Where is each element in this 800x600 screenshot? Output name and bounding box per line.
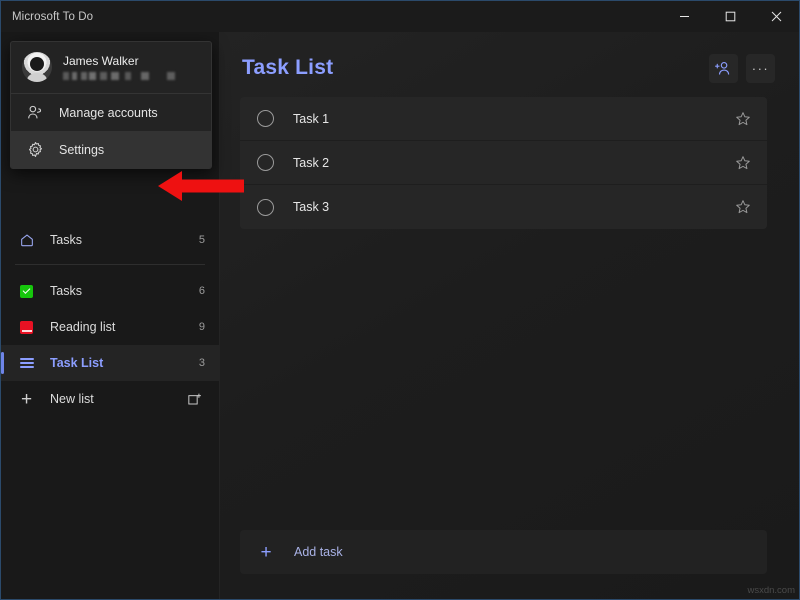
minimize-button[interactable] bbox=[661, 1, 707, 32]
task-title: Task 3 bbox=[293, 200, 735, 214]
flyout-item-label: Manage accounts bbox=[59, 106, 158, 120]
more-options-icon: ··· bbox=[752, 62, 770, 75]
flyout-item-settings[interactable]: Settings bbox=[11, 131, 211, 168]
list-options-button[interactable]: ··· bbox=[746, 54, 775, 83]
new-group-icon[interactable] bbox=[183, 388, 205, 410]
main-header: Task List ··· bbox=[220, 32, 799, 90]
maximize-button[interactable] bbox=[707, 1, 753, 32]
red-book-square-icon bbox=[17, 318, 36, 337]
add-task-button[interactable]: + Add task bbox=[240, 530, 767, 574]
gear-icon bbox=[25, 140, 45, 160]
sidebar-item-label: Tasks bbox=[50, 284, 199, 298]
sidebar-item-task-list[interactable]: Task List 3 bbox=[1, 345, 219, 381]
close-button[interactable] bbox=[753, 1, 799, 32]
table-row[interactable]: Task 1 bbox=[240, 97, 767, 141]
sidebar-item-tasks[interactable]: Tasks 6 bbox=[1, 273, 219, 309]
sidebar-item-tasks-smart[interactable]: Tasks 5 bbox=[1, 222, 219, 258]
flyout-item-manage-accounts[interactable]: Manage accounts bbox=[11, 94, 211, 131]
flyout-item-label: Settings bbox=[59, 143, 104, 157]
green-check-square-icon bbox=[17, 282, 36, 301]
table-row[interactable]: Task 3 bbox=[240, 185, 767, 229]
task-list: Task 1 Task 2 Task 3 bbox=[240, 97, 767, 229]
new-list-label: New list bbox=[50, 392, 183, 406]
sidebar-user-lists: Tasks 6 Reading list 9 Task List 3 bbox=[1, 271, 219, 381]
sidebar-item-reading-list[interactable]: Reading list 9 bbox=[1, 309, 219, 345]
plus-icon: + bbox=[257, 543, 275, 561]
window-title: Microsoft To Do bbox=[1, 11, 93, 23]
plus-icon: + bbox=[17, 390, 36, 409]
add-task-label: Add task bbox=[294, 545, 343, 559]
window-controls bbox=[661, 1, 799, 32]
manage-accounts-icon bbox=[25, 103, 45, 123]
star-icon[interactable] bbox=[735, 199, 751, 215]
sidebar-item-label: Task List bbox=[50, 356, 199, 370]
task-title: Task 1 bbox=[293, 112, 735, 126]
flyout-account-row[interactable]: James Walker bbox=[11, 42, 211, 93]
table-row[interactable]: Task 2 bbox=[240, 141, 767, 185]
task-complete-checkbox[interactable] bbox=[257, 154, 274, 171]
home-icon bbox=[17, 231, 36, 250]
hamburger-list-icon bbox=[17, 354, 36, 373]
main-pane: Task List ··· Task 1 bbox=[220, 32, 799, 599]
sidebar-item-count: 6 bbox=[199, 285, 205, 297]
star-icon[interactable] bbox=[735, 155, 751, 171]
task-title: Task 2 bbox=[293, 156, 735, 170]
flyout-account-name: James Walker bbox=[63, 54, 181, 68]
watermark: wsxdn.com bbox=[747, 585, 795, 596]
task-complete-checkbox[interactable] bbox=[257, 199, 274, 216]
title-bar: Microsoft To Do bbox=[1, 1, 799, 32]
sidebar-item-label: Tasks bbox=[50, 233, 199, 247]
sidebar-item-label: Reading list bbox=[50, 320, 199, 334]
app-window: Microsoft To Do James Walker bbox=[0, 0, 800, 600]
avatar bbox=[22, 52, 52, 82]
sidebar-item-count: 9 bbox=[199, 321, 205, 333]
sidebar-divider bbox=[15, 264, 205, 265]
new-list-button[interactable]: + New list bbox=[1, 381, 219, 417]
flyout-account-email-redacted bbox=[63, 72, 181, 80]
sidebar-item-count: 3 bbox=[199, 357, 205, 369]
page-title: Task List bbox=[242, 56, 701, 80]
account-flyout: James Walker Manage accounts bbox=[10, 41, 212, 169]
sidebar-item-count: 5 bbox=[199, 234, 205, 246]
task-complete-checkbox[interactable] bbox=[257, 110, 274, 127]
share-list-button[interactable] bbox=[709, 54, 738, 83]
star-icon[interactable] bbox=[735, 111, 751, 127]
